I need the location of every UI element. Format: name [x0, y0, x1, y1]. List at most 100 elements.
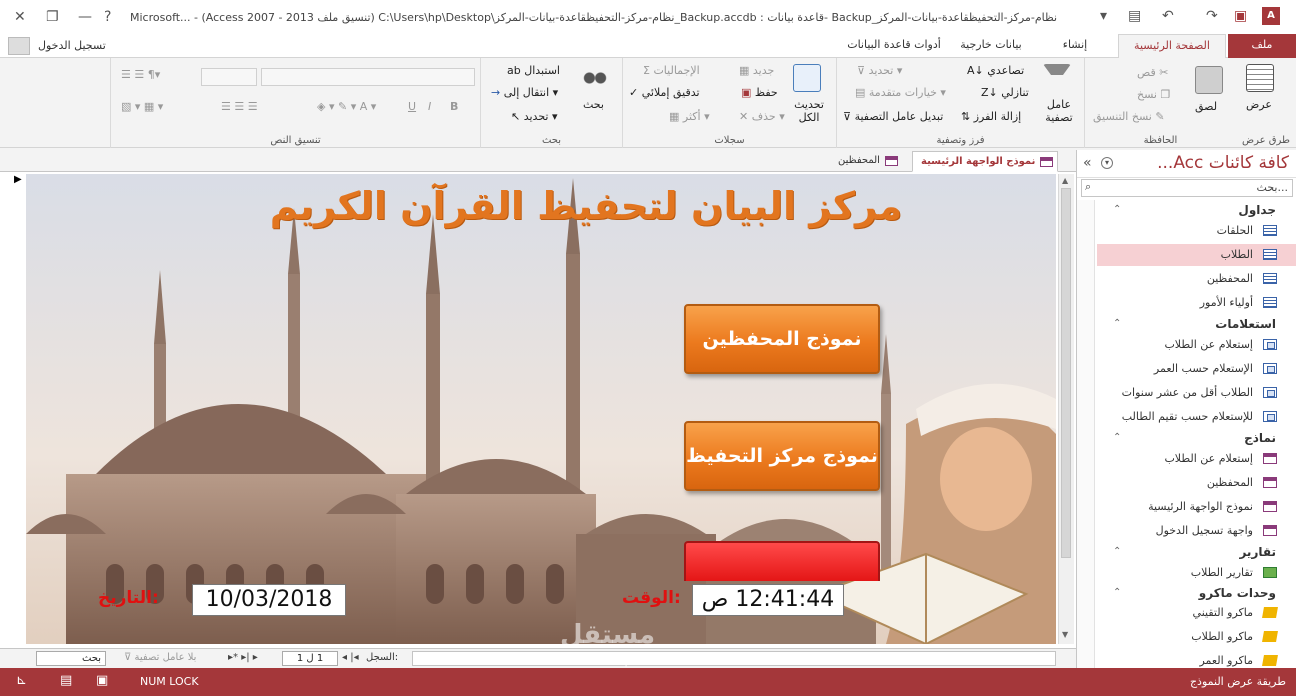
delete-record-button[interactable]: ▾ حذف ✕: [739, 110, 785, 123]
tab-create[interactable]: إنشاء: [1036, 34, 1114, 58]
section-queries-collapse-icon[interactable]: ⌃: [1113, 318, 1121, 329]
refresh-all-button[interactable]: تحديث الكل: [789, 98, 829, 124]
bold-button[interactable]: B: [450, 100, 458, 113]
section-forms[interactable]: نماذج: [1244, 431, 1276, 445]
nav-item-macro[interactable]: ماكرو الطلاب: [1097, 626, 1296, 648]
save-record-button[interactable]: حفظ ▣: [741, 86, 778, 99]
minimize-window-icon[interactable]: —: [78, 9, 92, 25]
new-record-nav-icon[interactable]: ▸* ▸| ▸: [228, 652, 258, 663]
select-button[interactable]: ▾ تحديد ↖: [511, 110, 558, 123]
sort-desc-button[interactable]: تنازلي ↓Z: [981, 86, 1029, 99]
font-color-icon[interactable]: ▾ A ▾ ✎ ▾ ◈: [317, 100, 376, 113]
scroll-down-icon[interactable]: ▼: [1062, 630, 1068, 639]
section-reports[interactable]: تقارير: [1239, 545, 1276, 559]
sign-in-link[interactable]: تسجيل الدخول: [38, 39, 106, 52]
underline-button[interactable]: U: [408, 100, 416, 113]
paste-icon[interactable]: [1195, 66, 1223, 94]
section-tables[interactable]: جداول: [1238, 203, 1276, 217]
filter-button[interactable]: عامل تصفية: [1037, 98, 1081, 124]
nav-item-form[interactable]: واجهة تسجيل الدخول: [1097, 520, 1296, 542]
replace-button[interactable]: استبدال ab: [507, 64, 560, 77]
nav-item-query[interactable]: للإستعلام حسب تقيم الطالب: [1097, 406, 1296, 428]
toggle-filter-button[interactable]: تبديل عامل التصفية ⊽: [843, 110, 943, 123]
spelling-button[interactable]: تدقيق إملائي ✓: [629, 86, 700, 99]
no-filter-indicator[interactable]: بلا عامل تصفية ⊽: [124, 652, 196, 663]
paste-button[interactable]: لصق: [1195, 100, 1217, 113]
remove-sort-button[interactable]: إزالة الفرز ⇅: [961, 110, 1021, 123]
tab-external-data[interactable]: بيانات خارجية: [950, 34, 1032, 58]
advanced-button[interactable]: ▾ خيارات متقدمة ▤: [855, 86, 946, 99]
totals-button[interactable]: الإجماليات Σ: [643, 64, 700, 77]
nav-item-macro[interactable]: ماكرو العمر: [1097, 650, 1296, 668]
align-icons[interactable]: ☰ ☰ ☰: [221, 100, 258, 113]
scroll-up-icon[interactable]: ▲: [1062, 176, 1068, 185]
form-view-icon[interactable]: ▣: [96, 673, 108, 688]
section-tables-collapse-icon[interactable]: ⌃: [1113, 204, 1121, 215]
prev-record-icon[interactable]: ◂ |◂: [342, 652, 359, 663]
view-button[interactable]: عرض: [1246, 98, 1272, 111]
nav-item-form[interactable]: نموذج الواجهة الرئيسية: [1097, 496, 1296, 518]
record-selector-icon[interactable]: ▶: [14, 174, 22, 185]
tab-home[interactable]: الصفحة الرئيسية: [1118, 34, 1226, 58]
exit-button[interactable]: [684, 541, 880, 581]
selection-button[interactable]: ▾ تحديد ⊽: [857, 64, 902, 77]
section-forms-collapse-icon[interactable]: ⌃: [1113, 432, 1121, 443]
nav-item-table[interactable]: الحلقات: [1097, 220, 1296, 242]
section-queries[interactable]: استعلامات: [1215, 317, 1276, 331]
teachers-form-button[interactable]: نموذج المحفظين: [684, 304, 880, 374]
tab-file[interactable]: ملف: [1228, 34, 1296, 58]
goto-button[interactable]: ▾ انتقال إلى →: [491, 86, 558, 99]
collapse-pane-icon[interactable]: «: [1083, 155, 1092, 171]
italic-button[interactable]: I: [428, 100, 431, 113]
font-name-select[interactable]: [261, 68, 475, 86]
more-button[interactable]: ▾ أكثر ▦: [669, 110, 710, 123]
filter-icon[interactable]: [1043, 64, 1071, 92]
binoculars-icon[interactable]: [581, 64, 609, 92]
nav-item-form[interactable]: المحفظين: [1097, 472, 1296, 494]
save-icon[interactable]: ▣: [1234, 8, 1247, 24]
restore-window-icon[interactable]: ❐: [46, 9, 59, 25]
qat-customize-icon[interactable]: ▾: [1100, 8, 1107, 24]
refresh-icon[interactable]: [793, 64, 821, 92]
section-macros-collapse-icon[interactable]: ⌃: [1113, 587, 1121, 598]
center-form-button[interactable]: نموذج مركز التحفيظ: [684, 421, 880, 491]
horizontal-scrollbar[interactable]: [412, 651, 1056, 666]
gridlines-icon[interactable]: ▾ ▦ ▾ ▧: [121, 100, 163, 113]
view-icon[interactable]: [1246, 64, 1274, 92]
nav-item-table-selected[interactable]: الطلاب: [1097, 244, 1296, 266]
section-reports-collapse-icon[interactable]: ⌃: [1113, 546, 1121, 557]
nav-item-query[interactable]: الطلاب أقل من عشر سنوات: [1097, 382, 1296, 404]
time-field[interactable]: 12:41:44 ص: [692, 584, 844, 616]
nav-item-table[interactable]: أولياء الأمور: [1097, 292, 1296, 314]
nav-item-form[interactable]: إستعلام عن الطلاب: [1097, 448, 1296, 470]
qat-view-icon[interactable]: ▤: [1128, 8, 1141, 24]
date-field[interactable]: 10/03/2018: [192, 584, 346, 616]
nav-pane-scrollbar[interactable]: [1077, 200, 1095, 668]
help-icon[interactable]: ?: [104, 9, 111, 25]
nav-item-table[interactable]: المحفظين: [1097, 268, 1296, 290]
nav-item-query[interactable]: إستعلام عن الطلاب: [1097, 334, 1296, 356]
nav-item-query[interactable]: الإستعلام حسب العمر: [1097, 358, 1296, 380]
scroll-thumb[interactable]: [1061, 188, 1071, 558]
format-painter-button[interactable]: ✎ نسخ التنسيق: [1093, 110, 1165, 123]
design-view-icon[interactable]: ▤: [60, 673, 72, 688]
current-record-field[interactable]: 1 ل 1: [282, 651, 338, 666]
form-vertical-scrollbar[interactable]: ▲ ▼: [1058, 174, 1074, 644]
tab-database-tools[interactable]: أدوات قاعدة البيانات: [842, 34, 946, 58]
nav-pane-header[interactable]: « ▾ كافة كائنات Acc...: [1077, 150, 1296, 178]
sort-asc-button[interactable]: تصاعدي ↓A: [967, 64, 1024, 77]
new-record-button[interactable]: جديد ▦: [739, 64, 774, 77]
cut-button[interactable]: ✂ قص: [1137, 66, 1168, 79]
tab-main-form[interactable]: نموذج الواجهة الرئيسية: [912, 151, 1059, 172]
find-button[interactable]: بحث: [583, 98, 604, 111]
copy-button[interactable]: ❐ نسخ: [1137, 88, 1170, 101]
pane-menu-chevron-icon[interactable]: ▾: [1101, 157, 1113, 169]
redo-icon[interactable]: ↷: [1206, 8, 1218, 24]
undo-icon[interactable]: ↶: [1162, 8, 1174, 24]
layout-view-icon[interactable]: ⊾: [16, 673, 27, 688]
section-macros[interactable]: وحدات ماكرو: [1199, 586, 1276, 600]
close-window-icon[interactable]: ✕: [14, 9, 26, 25]
nav-item-report[interactable]: تقارير الطلاب: [1097, 562, 1296, 584]
list-bullets-icon[interactable]: ▾¶ ☰ ☰: [121, 68, 160, 81]
record-search-input[interactable]: بحث: [36, 651, 106, 666]
